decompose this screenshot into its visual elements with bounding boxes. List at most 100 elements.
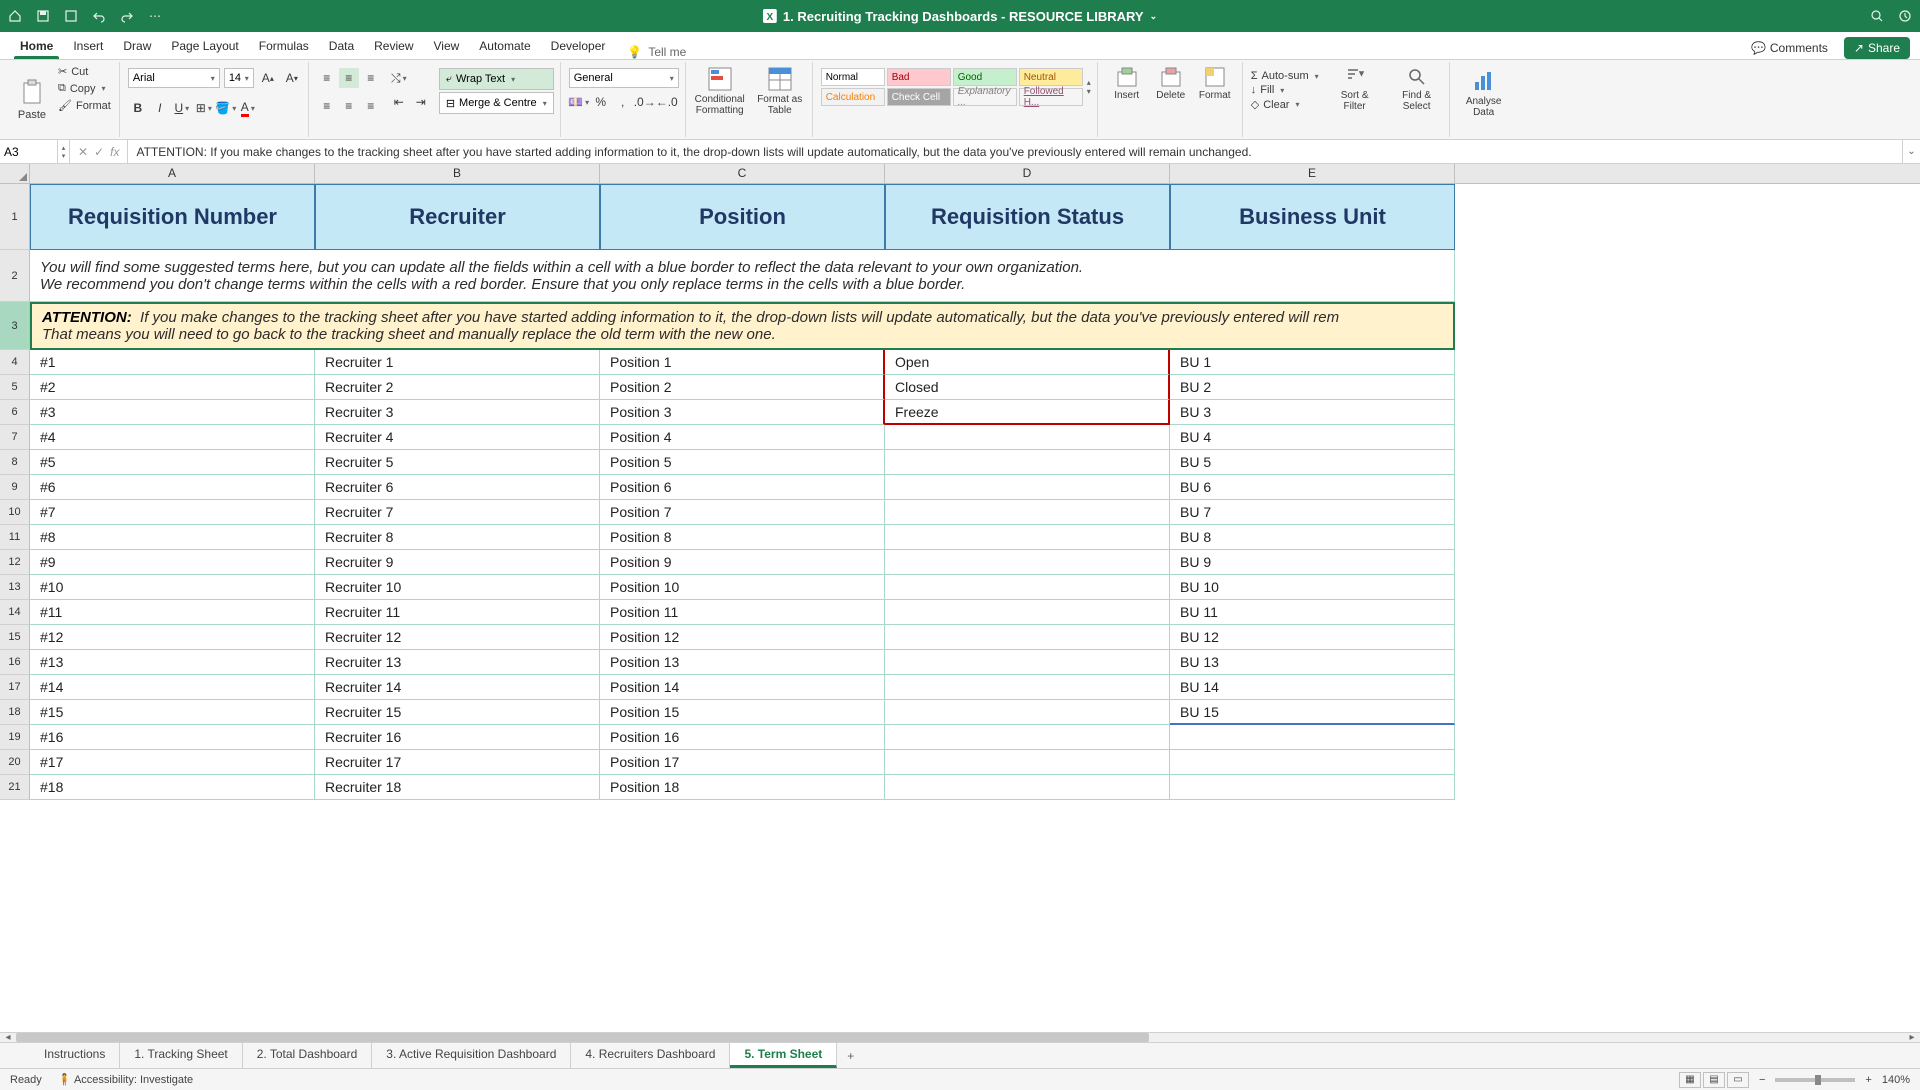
cell-b6[interactable]: Recruiter 3 — [315, 400, 600, 425]
cell-b12[interactable]: Recruiter 9 — [315, 550, 600, 575]
cell-d16[interactable] — [885, 650, 1170, 675]
column-header-e[interactable]: E — [1170, 164, 1455, 183]
tellme[interactable]: 💡 Tell me — [627, 45, 686, 59]
cell-c17[interactable]: Position 14 — [600, 675, 885, 700]
decrease-decimal-button[interactable]: ←.0 — [657, 92, 677, 112]
sheet-tab-2[interactable]: 2. Total Dashboard — [243, 1043, 373, 1068]
cell-c6[interactable]: Position 3 — [600, 400, 885, 425]
find-select-button[interactable]: Find & Select — [1391, 66, 1443, 112]
row-header[interactable]: 8 — [0, 450, 30, 475]
cell-d15[interactable] — [885, 625, 1170, 650]
cell-c13[interactable]: Position 10 — [600, 575, 885, 600]
cell-e19[interactable] — [1170, 725, 1455, 750]
sort-filter-button[interactable]: Sort & Filter — [1329, 66, 1381, 112]
cancel-formula-icon[interactable]: ✕ — [78, 145, 88, 159]
redo-icon[interactable] — [120, 9, 134, 23]
format-painter-button[interactable]: 🖌Format — [56, 98, 113, 113]
cell-d12[interactable] — [885, 550, 1170, 575]
style-bad[interactable]: Bad — [887, 68, 951, 86]
header-cell-e[interactable]: Business Unit — [1170, 184, 1455, 250]
cell-d13[interactable] — [885, 575, 1170, 600]
cell-b5[interactable]: Recruiter 2 — [315, 375, 600, 400]
row-header[interactable]: 17 — [0, 675, 30, 700]
row-header[interactable]: 14 — [0, 600, 30, 625]
sheet-tab-1[interactable]: 1. Tracking Sheet — [120, 1043, 242, 1068]
cell-a8[interactable]: #5 — [30, 450, 315, 475]
font-color-button[interactable]: A▾ — [238, 98, 258, 118]
cell-c8[interactable]: Position 5 — [600, 450, 885, 475]
sheet-tab-0[interactable]: Instructions — [30, 1043, 120, 1068]
cell-a7[interactable]: #4 — [30, 425, 315, 450]
cell-d10[interactable] — [885, 500, 1170, 525]
cell-c7[interactable]: Position 4 — [600, 425, 885, 450]
tab-automate[interactable]: Automate — [469, 35, 540, 59]
cell-d19[interactable] — [885, 725, 1170, 750]
row-header[interactable]: 18 — [0, 700, 30, 725]
cell-a12[interactable]: #9 — [30, 550, 315, 575]
style-check-cell[interactable]: Check Cell — [887, 88, 951, 106]
font-size-select[interactable]: 14▾ — [224, 68, 254, 88]
fx-icon[interactable]: fx — [110, 145, 119, 159]
cell-c14[interactable]: Position 11 — [600, 600, 885, 625]
cell-e13[interactable]: BU 10 — [1170, 575, 1455, 600]
row-header[interactable]: 4 — [0, 350, 30, 375]
align-right-button[interactable]: ≡ — [361, 96, 381, 116]
column-header-c[interactable]: C — [600, 164, 885, 183]
row-header[interactable]: 11 — [0, 525, 30, 550]
delete-cells-button[interactable]: Delete — [1150, 66, 1192, 101]
tab-data[interactable]: Data — [319, 35, 364, 59]
column-header-d[interactable]: D — [885, 164, 1170, 183]
clear-button[interactable]: ◇Clear▾ — [1251, 98, 1319, 111]
styles-up-icon[interactable]: ▴ — [1087, 78, 1091, 87]
attention-cell[interactable]: ATTENTION: If you make changes to the tr… — [30, 302, 1455, 350]
cell-c20[interactable]: Position 17 — [600, 750, 885, 775]
cell-b16[interactable]: Recruiter 13 — [315, 650, 600, 675]
cell-c5[interactable]: Position 2 — [600, 375, 885, 400]
align-middle-button[interactable]: ≡ — [339, 68, 359, 88]
cell-e10[interactable]: BU 7 — [1170, 500, 1455, 525]
style-good[interactable]: Good — [953, 68, 1017, 86]
cell-e7[interactable]: BU 4 — [1170, 425, 1455, 450]
fill-button[interactable]: ↓Fill▾ — [1251, 84, 1319, 96]
cell-e6[interactable]: BU 3 — [1170, 400, 1455, 425]
cell-e9[interactable]: BU 6 — [1170, 475, 1455, 500]
cell-c12[interactable]: Position 9 — [600, 550, 885, 575]
align-bottom-button[interactable]: ≡ — [361, 68, 381, 88]
cell-d8[interactable] — [885, 450, 1170, 475]
number-format-select[interactable]: General▾ — [569, 68, 679, 88]
decrease-font-button[interactable]: A▾ — [282, 68, 302, 88]
styles-down-icon[interactable]: ▾ — [1087, 87, 1091, 96]
cell-d20[interactable] — [885, 750, 1170, 775]
percent-button[interactable]: % — [591, 92, 611, 112]
copy-button[interactable]: ⧉Copy▾ — [56, 81, 113, 96]
conditional-formatting-button[interactable]: Conditional Formatting — [694, 66, 746, 116]
cell-c16[interactable]: Position 13 — [600, 650, 885, 675]
bold-button[interactable]: B — [128, 98, 148, 118]
cell-a9[interactable]: #6 — [30, 475, 315, 500]
cell-b4[interactable]: Recruiter 1 — [315, 350, 600, 375]
font-name-select[interactable]: Arial▾ — [128, 68, 220, 88]
title-dropdown-icon[interactable]: ⌄ — [1150, 11, 1158, 22]
row-header[interactable]: 19 — [0, 725, 30, 750]
merge-centre-button[interactable]: ⊟Merge & Centre▾ — [439, 92, 554, 114]
row-header[interactable]: 7 — [0, 425, 30, 450]
row-header[interactable]: 2 — [0, 250, 30, 302]
cell-a14[interactable]: #11 — [30, 600, 315, 625]
search-icon[interactable] — [1870, 9, 1884, 23]
column-header-b[interactable]: B — [315, 164, 600, 183]
row-header[interactable]: 1 — [0, 184, 30, 250]
select-all-corner[interactable] — [0, 164, 30, 183]
row-header[interactable]: 15 — [0, 625, 30, 650]
cell-c21[interactable]: Position 18 — [600, 775, 885, 800]
row-header[interactable]: 13 — [0, 575, 30, 600]
cell-a21[interactable]: #18 — [30, 775, 315, 800]
share-button[interactable]: ↗ Share — [1844, 37, 1910, 59]
cell-a13[interactable]: #10 — [30, 575, 315, 600]
align-top-button[interactable]: ≡ — [317, 68, 337, 88]
sheet-tab-3[interactable]: 3. Active Requisition Dashboard — [372, 1043, 571, 1068]
home-icon[interactable] — [8, 9, 22, 23]
cell-a19[interactable]: #16 — [30, 725, 315, 750]
comma-button[interactable]: , — [613, 92, 633, 112]
increase-indent-button[interactable]: ⇥ — [411, 92, 431, 112]
sheet-tab-4[interactable]: 4. Recruiters Dashboard — [571, 1043, 730, 1068]
